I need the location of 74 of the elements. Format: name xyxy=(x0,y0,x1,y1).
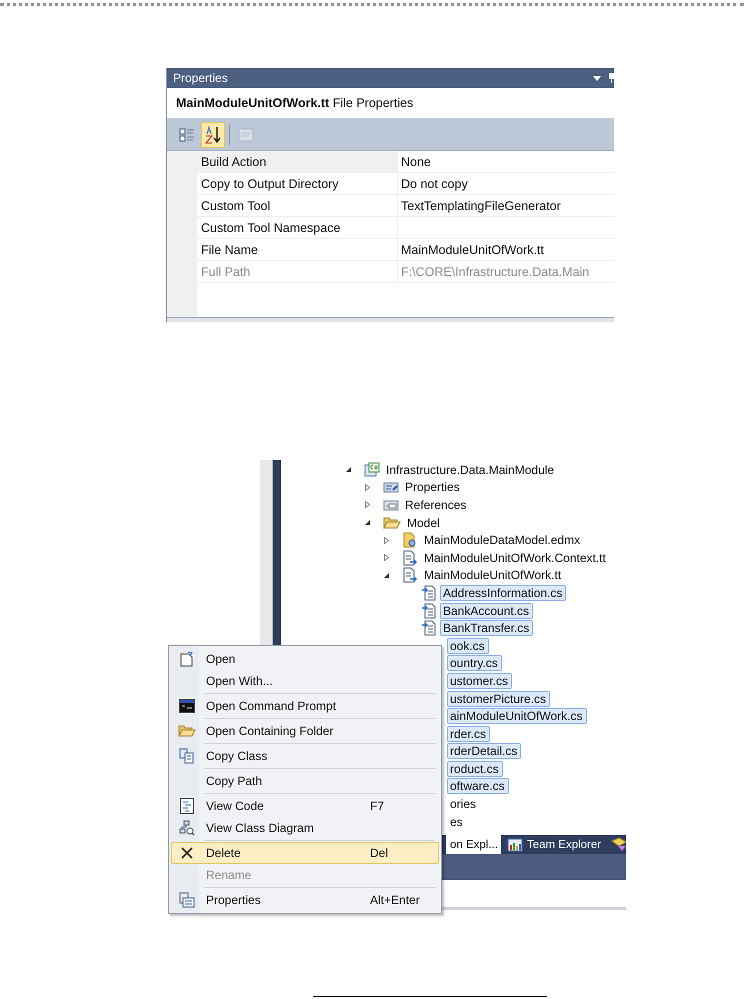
expand-icon[interactable] xyxy=(364,501,371,508)
property-value[interactable]: MainModuleUnitOfWork.tt xyxy=(398,239,614,261)
collapse-icon[interactable] xyxy=(383,572,390,579)
chart-icon xyxy=(506,836,523,852)
copy-icon xyxy=(179,748,195,764)
tree-item[interactable]: BankTransfer.cs xyxy=(440,620,534,636)
alphabetical-button[interactable] xyxy=(201,122,225,148)
menu-item[interactable]: Open With... xyxy=(171,670,439,692)
tree-item[interactable]: MainModuleUnitOfWork.tt xyxy=(421,567,566,584)
tree-item[interactable]: MainModuleUnitOfWork.Context.tt xyxy=(421,550,610,566)
tree-item[interactable]: rderDetail.cs xyxy=(447,743,522,760)
menu-item[interactable]: Copy Class xyxy=(171,745,439,767)
generated-file-icon xyxy=(421,584,437,601)
folder-icon xyxy=(383,514,401,531)
property-value[interactable]: None xyxy=(398,151,614,173)
console-icon xyxy=(179,699,195,713)
dropdown-icon[interactable] xyxy=(593,76,601,80)
expand-icon[interactable] xyxy=(383,536,390,544)
menu-item[interactable]: Delete Del xyxy=(171,842,439,864)
collapse-icon[interactable] xyxy=(345,466,352,474)
property-name[interactable]: Custom Tool Namespace xyxy=(197,217,398,239)
menu-item[interactable]: Copy Path xyxy=(171,770,439,792)
expand-icon[interactable] xyxy=(383,554,390,562)
tree-item[interactable]: ainModuleUnitOfWork.cs xyxy=(447,708,586,724)
menu-item[interactable]: View Class Diagram xyxy=(171,817,439,839)
tree-item[interactable]: Model xyxy=(404,514,444,531)
template-file-icon xyxy=(402,550,418,566)
tree-item[interactable]: ountry.cs xyxy=(447,655,502,672)
tree-item[interactable]: ories xyxy=(447,796,480,812)
categorized-icon xyxy=(179,126,195,142)
tree-item[interactable]: Infrastructure.Data.MainModule xyxy=(383,462,558,478)
property-name[interactable]: File Name xyxy=(197,239,398,261)
sort-icon xyxy=(205,126,221,144)
tree-item[interactable]: ook.cs xyxy=(447,638,489,654)
pin-icon[interactable] xyxy=(609,73,614,83)
class-diagram-icon xyxy=(179,820,195,836)
class-view-icon xyxy=(610,836,626,852)
tree-item[interactable]: roduct.cs xyxy=(447,760,503,777)
tree-item[interactable]: References xyxy=(402,496,470,513)
property-name[interactable]: Custom Tool xyxy=(197,195,398,217)
expand-icon[interactable] xyxy=(364,484,371,491)
window-title: Properties xyxy=(173,71,228,85)
generated-file-icon xyxy=(421,620,437,636)
tree-item[interactable]: rder.cs xyxy=(447,726,490,742)
collapse-icon[interactable] xyxy=(364,519,371,526)
menu-item[interactable]: Open xyxy=(171,648,439,670)
property-value[interactable]: TextTemplatingFileGenerator xyxy=(398,195,614,217)
menu-item[interactable]: Properties Alt+Enter xyxy=(171,889,439,911)
tree-item[interactable]: MainModuleDataModel.edmx xyxy=(421,532,584,548)
delete-icon xyxy=(181,847,193,859)
menu-item[interactable]: Open Containing Folder xyxy=(171,720,439,742)
tree-item[interactable]: ustomer.cs xyxy=(447,672,512,689)
folder-icon xyxy=(178,724,196,738)
panel-tab[interactable]: Team Explorer xyxy=(502,835,604,854)
generated-file-icon xyxy=(421,602,437,619)
tree-item[interactable]: ustomerPicture.cs xyxy=(447,690,550,707)
template-file-icon xyxy=(402,567,418,584)
object-name: MainModuleUnitOfWork.tt File Properties xyxy=(176,96,414,110)
menu-item[interactable]: View Code F7 xyxy=(171,795,439,817)
tree-item[interactable]: AddressInformation.cs xyxy=(440,584,566,601)
tree-item[interactable]: oftware.cs xyxy=(447,778,509,794)
panel-tab[interactable]: on Expl... xyxy=(446,835,501,854)
menu-item[interactable]: Open Command Prompt xyxy=(171,695,439,717)
properties-icon xyxy=(179,892,195,908)
property-name[interactable]: Build Action xyxy=(197,151,398,173)
tree-item[interactable]: BankAccount.cs xyxy=(440,602,534,619)
property-value[interactable]: Do not copy xyxy=(398,173,614,195)
property-pages-icon xyxy=(238,128,254,142)
data-model-icon xyxy=(402,532,418,548)
property-name[interactable]: Copy to Output Directory xyxy=(197,173,398,195)
tree-item[interactable]: Properties xyxy=(402,479,464,496)
tree-item[interactable]: es xyxy=(447,814,467,830)
document-icon xyxy=(180,651,194,667)
code-file-icon xyxy=(180,798,194,814)
